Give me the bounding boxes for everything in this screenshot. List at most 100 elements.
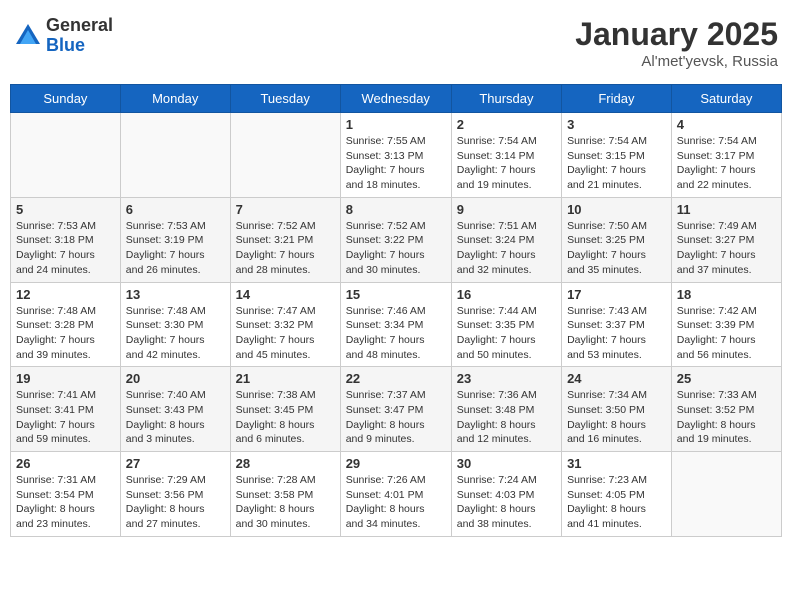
day-number: 13 (126, 287, 225, 302)
calendar-cell: 26 Sunrise: 7:31 AM Sunset: 3:54 PM Dayli… (11, 452, 121, 537)
day-info: Sunrise: 7:55 AM Sunset: 3:13 PM Dayligh… (346, 134, 446, 193)
calendar-cell: 16 Sunrise: 7:44 AM Sunset: 3:35 PM Dayli… (451, 282, 561, 367)
day-info: Sunrise: 7:38 AM Sunset: 3:45 PM Dayligh… (236, 388, 335, 447)
calendar-cell: 13Sunrise: 7:48 AM Sunset: 3:30 PM Dayli… (120, 282, 230, 367)
day-number: 17 (567, 287, 666, 302)
calendar-cell: 30 Sunrise: 7:24 AM Sunset: 4:03 PM Dayli… (451, 452, 561, 537)
calendar-cell: 4Sunrise: 7:54 AM Sunset: 3:17 PM Daylig… (671, 113, 781, 198)
logo-blue-text: Blue (46, 36, 113, 56)
day-info: Sunrise: 7:54 AM Sunset: 3:14 PM Dayligh… (457, 134, 556, 193)
day-info: Sunrise: 7:52 AM Sunset: 3:21 PM Dayligh… (236, 219, 335, 278)
calendar-cell: 18 Sunrise: 7:42 AM Sunset: 3:39 PM Dayli… (671, 282, 781, 367)
day-number: 1 (346, 117, 446, 132)
day-info: Sunrise: 7:28 AM Sunset: 3:58 PM Dayligh… (236, 473, 335, 532)
day-number: 30 (457, 456, 556, 471)
calendar-row-5: 26 Sunrise: 7:31 AM Sunset: 3:54 PM Dayli… (11, 452, 782, 537)
day-number: 4 (677, 117, 776, 132)
calendar-subtitle: Al'met'yevsk, Russia (575, 53, 778, 70)
day-info: Sunrise: 7:42 AM Sunset: 3:39 PM Dayligh… (677, 304, 776, 363)
calendar-cell: 7 Sunrise: 7:52 AM Sunset: 3:21 PM Daylig… (230, 197, 340, 282)
calendar-cell: 28 Sunrise: 7:28 AM Sunset: 3:58 PM Dayli… (230, 452, 340, 537)
day-info: Sunrise: 7:52 AM Sunset: 3:22 PM Dayligh… (346, 219, 446, 278)
calendar-cell (120, 113, 230, 198)
weekday-header-thursday: Thursday (451, 85, 561, 113)
day-info: Sunrise: 7:41 AM Sunset: 3:41 PM Dayligh… (16, 388, 115, 447)
calendar-cell: 27Sunrise: 7:29 AM Sunset: 3:56 PM Dayli… (120, 452, 230, 537)
page-header: General Blue January 2025 Al'met'yevsk, … (10, 10, 782, 76)
day-info: Sunrise: 7:34 AM Sunset: 3:50 PM Dayligh… (567, 388, 666, 447)
day-info: Sunrise: 7:51 AM Sunset: 3:24 PM Dayligh… (457, 219, 556, 278)
logo: General Blue (14, 16, 113, 56)
day-info: Sunrise: 7:49 AM Sunset: 3:27 PM Dayligh… (677, 219, 776, 278)
day-info: Sunrise: 7:24 AM Sunset: 4:03 PM Dayligh… (457, 473, 556, 532)
calendar-cell: 5 Sunrise: 7:53 AM Sunset: 3:18 PM Daylig… (11, 197, 121, 282)
calendar-cell: 23Sunrise: 7:36 AM Sunset: 3:48 PM Dayli… (451, 367, 561, 452)
day-info: Sunrise: 7:31 AM Sunset: 3:54 PM Dayligh… (16, 473, 115, 532)
calendar-cell: 1 Sunrise: 7:55 AM Sunset: 3:13 PM Daylig… (340, 113, 451, 198)
day-info: Sunrise: 7:23 AM Sunset: 4:05 PM Dayligh… (567, 473, 666, 532)
day-info: Sunrise: 7:50 AM Sunset: 3:25 PM Dayligh… (567, 219, 666, 278)
day-number: 16 (457, 287, 556, 302)
weekday-header-friday: Friday (562, 85, 672, 113)
day-number: 27 (126, 456, 225, 471)
calendar-cell: 17 Sunrise: 7:43 AM Sunset: 3:37 PM Dayli… (562, 282, 672, 367)
calendar-cell: 6 Sunrise: 7:53 AM Sunset: 3:19 PM Daylig… (120, 197, 230, 282)
day-number: 7 (236, 202, 335, 217)
day-number: 28 (236, 456, 335, 471)
weekday-header-tuesday: Tuesday (230, 85, 340, 113)
day-number: 6 (126, 202, 225, 217)
day-info: Sunrise: 7:44 AM Sunset: 3:35 PM Dayligh… (457, 304, 556, 363)
calendar-cell: 15Sunrise: 7:46 AM Sunset: 3:34 PM Dayli… (340, 282, 451, 367)
day-number: 26 (16, 456, 115, 471)
calendar-cell (11, 113, 121, 198)
calendar-cell (230, 113, 340, 198)
calendar-cell: 11 Sunrise: 7:49 AM Sunset: 3:27 PM Dayli… (671, 197, 781, 282)
calendar-cell: 25 Sunrise: 7:33 AM Sunset: 3:52 PM Dayli… (671, 367, 781, 452)
day-info: Sunrise: 7:53 AM Sunset: 3:18 PM Dayligh… (16, 219, 115, 278)
calendar-row-3: 12Sunrise: 7:48 AM Sunset: 3:28 PM Dayli… (11, 282, 782, 367)
day-info: Sunrise: 7:54 AM Sunset: 3:15 PM Dayligh… (567, 134, 666, 193)
weekday-header-row: SundayMondayTuesdayWednesdayThursdayFrid… (11, 85, 782, 113)
calendar-row-1: 1 Sunrise: 7:55 AM Sunset: 3:13 PM Daylig… (11, 113, 782, 198)
day-number: 20 (126, 371, 225, 386)
calendar-cell: 24 Sunrise: 7:34 AM Sunset: 3:50 PM Dayli… (562, 367, 672, 452)
calendar-table: SundayMondayTuesdayWednesdayThursdayFrid… (10, 84, 782, 537)
day-number: 19 (16, 371, 115, 386)
day-number: 2 (457, 117, 556, 132)
calendar-cell: 12Sunrise: 7:48 AM Sunset: 3:28 PM Dayli… (11, 282, 121, 367)
day-number: 24 (567, 371, 666, 386)
day-number: 14 (236, 287, 335, 302)
day-number: 9 (457, 202, 556, 217)
calendar-row-2: 5 Sunrise: 7:53 AM Sunset: 3:18 PM Daylig… (11, 197, 782, 282)
weekday-header-sunday: Sunday (11, 85, 121, 113)
calendar-cell: 20 Sunrise: 7:40 AM Sunset: 3:43 PM Dayli… (120, 367, 230, 452)
day-number: 5 (16, 202, 115, 217)
calendar-cell (671, 452, 781, 537)
logo-icon (14, 22, 42, 50)
day-info: Sunrise: 7:37 AM Sunset: 3:47 PM Dayligh… (346, 388, 446, 447)
day-number: 21 (236, 371, 335, 386)
day-info: Sunrise: 7:36 AM Sunset: 3:48 PM Dayligh… (457, 388, 556, 447)
day-number: 25 (677, 371, 776, 386)
day-info: Sunrise: 7:33 AM Sunset: 3:52 PM Dayligh… (677, 388, 776, 447)
day-number: 18 (677, 287, 776, 302)
day-number: 8 (346, 202, 446, 217)
calendar-row-4: 19 Sunrise: 7:41 AM Sunset: 3:41 PM Dayli… (11, 367, 782, 452)
calendar-cell: 2 Sunrise: 7:54 AM Sunset: 3:14 PM Daylig… (451, 113, 561, 198)
title-block: January 2025 Al'met'yevsk, Russia (575, 16, 778, 70)
day-info: Sunrise: 7:53 AM Sunset: 3:19 PM Dayligh… (126, 219, 225, 278)
day-number: 11 (677, 202, 776, 217)
day-info: Sunrise: 7:46 AM Sunset: 3:34 PM Dayligh… (346, 304, 446, 363)
day-info: Sunrise: 7:40 AM Sunset: 3:43 PM Dayligh… (126, 388, 225, 447)
logo-general-text: General (46, 16, 113, 36)
weekday-header-monday: Monday (120, 85, 230, 113)
day-info: Sunrise: 7:26 AM Sunset: 4:01 PM Dayligh… (346, 473, 446, 532)
calendar-cell: 21 Sunrise: 7:38 AM Sunset: 3:45 PM Dayli… (230, 367, 340, 452)
day-info: Sunrise: 7:47 AM Sunset: 3:32 PM Dayligh… (236, 304, 335, 363)
day-number: 12 (16, 287, 115, 302)
day-number: 31 (567, 456, 666, 471)
day-number: 29 (346, 456, 446, 471)
day-info: Sunrise: 7:43 AM Sunset: 3:37 PM Dayligh… (567, 304, 666, 363)
calendar-cell: 19 Sunrise: 7:41 AM Sunset: 3:41 PM Dayli… (11, 367, 121, 452)
calendar-cell: 14 Sunrise: 7:47 AM Sunset: 3:32 PM Dayli… (230, 282, 340, 367)
